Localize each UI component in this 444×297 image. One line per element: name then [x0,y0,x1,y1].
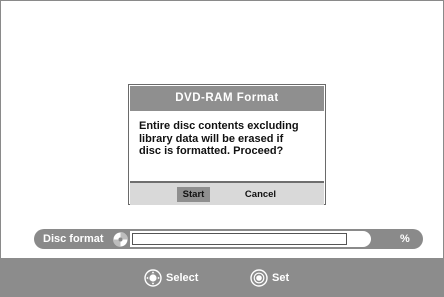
select-hint-label: Select [166,272,199,284]
start-button[interactable]: Start [177,187,210,202]
cancel-button[interactable]: Cancel [241,187,280,202]
progress-track-wrap [130,231,371,247]
progress-track [132,233,347,245]
format-dialog: DVD-RAM Format Entire disc contents excl… [128,84,326,205]
bottom-hint-bar: Select Set [0,258,444,297]
set-hint: Set [250,269,289,287]
screen: DVD-RAM Format Entire disc contents excl… [0,0,444,297]
dialog-title: DVD-RAM Format [130,86,324,111]
dialog-message: Entire disc contents excluding library d… [139,120,319,158]
dialog-message-line-2: library data will be erased if [139,132,284,145]
progress-percent: % [400,233,410,245]
dialog-message-line-3: disc is formatted. Proceed? [139,145,284,157]
progress-label: Disc format [43,233,104,245]
dialog-message-line-1: Entire disc contents excluding [139,120,299,132]
dialog-button-bar: Start Cancel [130,181,324,205]
disc-icon [112,231,129,248]
enter-icon [250,269,268,287]
select-hint: Select [144,269,198,287]
dpad-icon [144,269,162,287]
disc-format-progress: Disc format % [34,229,423,249]
set-hint-label: Set [272,272,290,284]
